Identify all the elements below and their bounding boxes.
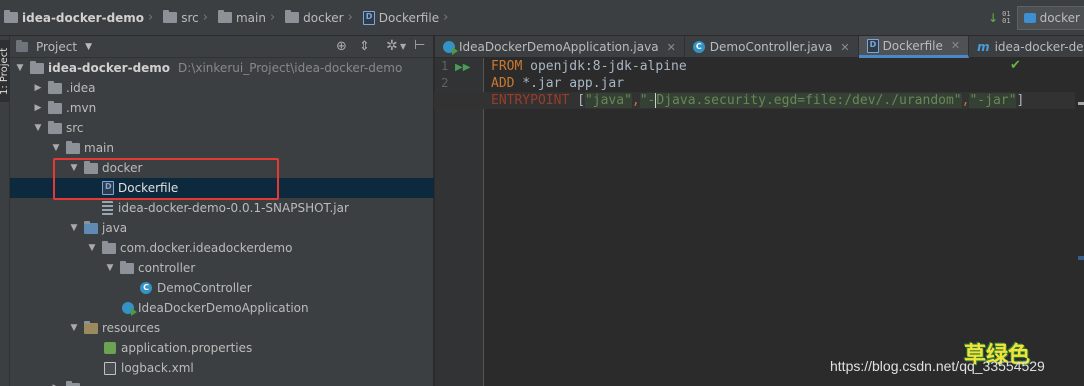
tree-item[interactable]: idea-docker-demo-0.0.1-SNAPSHOT.jar	[10, 198, 434, 218]
toolbar-right: ↓ 01 01 docker	[988, 0, 1084, 36]
expanded-arrow-icon[interactable]: ▼	[68, 323, 80, 333]
tree-item-selected[interactable]: Dockerfile	[10, 178, 434, 198]
class-icon	[443, 41, 458, 55]
collapsed-arrow-icon[interactable]: ▶	[32, 103, 44, 113]
spring-boot-class-icon	[122, 302, 137, 316]
close-icon[interactable]: ✕	[840, 41, 849, 54]
project-view-selector[interactable]: Project	[36, 40, 77, 54]
close-icon[interactable]: ✕	[667, 41, 676, 54]
tree-item[interactable]: C DemoController	[10, 278, 434, 298]
chevron-right-icon: ›	[347, 10, 353, 25]
docker-icon	[1023, 13, 1036, 23]
line-number: 1	[441, 59, 449, 73]
maven-icon: m	[977, 40, 990, 54]
xml-file-icon	[104, 361, 116, 375]
folder-icon	[163, 10, 178, 23]
expanded-arrow-icon[interactable]: ▼	[14, 63, 26, 73]
chevron-right-icon: ›	[269, 10, 276, 25]
collapsed-arrow-icon[interactable]: ▶	[32, 83, 44, 93]
collapse-all-icon[interactable]: ⇕	[359, 39, 370, 54]
breadcrumb-src[interactable]: src	[159, 0, 199, 36]
scroll-marker	[1078, 256, 1084, 260]
binary-icon[interactable]: 01 01	[1002, 11, 1010, 25]
tree-item[interactable]: ▼ src	[10, 118, 434, 138]
tree-item[interactable]: logback.xml	[10, 358, 434, 378]
chevron-right-icon: ›	[202, 10, 208, 25]
folder-icon	[285, 10, 300, 23]
docker-file-icon	[102, 181, 114, 195]
folder-icon	[4, 10, 18, 23]
project-panel-header: Project ▼ ⊕ ⇕ ✲ ▼ ⊢	[10, 36, 433, 58]
package-icon	[102, 240, 116, 254]
tab-dockerfile[interactable]: Dockerfile✕	[858, 36, 970, 58]
hide-icon[interactable]: ⊢	[414, 38, 425, 53]
tab-idea-docker-demo[interactable]: midea-docker-demo	[969, 36, 1084, 58]
project-panel: Project ▼ ⊕ ⇕ ✲ ▼ ⊢ ▼ idea-docker-demo D:\…	[10, 36, 442, 386]
project-view-icon	[16, 39, 28, 52]
tree-item[interactable]: application.properties	[10, 338, 434, 358]
tab-democontroller[interactable]: C DemoController.java ✕	[685, 36, 859, 58]
module-folder-icon	[30, 60, 44, 74]
breadcrumb-project[interactable]: idea-docker-demo	[0, 0, 144, 36]
resources-folder-icon	[84, 320, 98, 334]
sort-icon[interactable]: ↓	[988, 11, 998, 25]
editor-scrollbar[interactable]	[1077, 60, 1084, 386]
code-line: ENTRYPOINT ["java","-Djava.security.egd=…	[491, 93, 1025, 108]
tree-item[interactable]: ▼ idea-docker-demo D:\xinkerui_Project\ide…	[10, 58, 434, 78]
expanded-arrow-icon[interactable]: ▼	[86, 243, 98, 253]
chevron-down-icon[interactable]: ▼	[85, 42, 92, 52]
target-icon[interactable]: ⊕	[336, 39, 347, 54]
folder-icon	[48, 100, 62, 114]
expanded-arrow-icon[interactable]: ▼	[32, 123, 44, 133]
run-config-selector[interactable]: docker	[1016, 6, 1084, 30]
code-line: ADD *.jar app.jar	[491, 76, 625, 91]
close-icon[interactable]: ✕	[951, 39, 960, 52]
breadcrumb-main[interactable]: main	[214, 0, 266, 36]
tab-ideadockerdemoapplication[interactable]: IdeaDockerDemoApplication.java ✕	[435, 36, 685, 58]
breadcrumb-docker[interactable]: docker	[281, 0, 344, 36]
expanded-arrow-icon[interactable]: ▼	[68, 223, 80, 233]
tree-item[interactable]: ▼ docker	[10, 158, 434, 178]
class-icon: C	[140, 282, 152, 294]
tree-item[interactable]: ▼ main	[10, 138, 434, 158]
tree-item[interactable]: ▶ .mvn	[10, 98, 434, 118]
expanded-arrow-icon[interactable]: ▼	[50, 143, 62, 153]
class-icon: C	[692, 41, 705, 53]
expanded-arrow-icon[interactable]: ▼	[104, 263, 116, 273]
code-line: FROM openjdk:8-jdk-alpine	[491, 59, 687, 74]
editor-tabs: IdeaDockerDemoApplication.java ✕ C DemoCon…	[435, 36, 1084, 58]
source-folder-icon	[84, 220, 98, 234]
tree-item[interactable]: ▶ .idea	[10, 78, 434, 98]
tree-item[interactable]: ▼ java	[10, 218, 434, 238]
properties-file-icon	[104, 342, 116, 354]
breadcrumb-dockerfile[interactable]: Dockerfile	[359, 0, 439, 36]
tree-item[interactable]: ▼ controller	[10, 258, 434, 278]
folder-icon	[48, 120, 62, 134]
gear-icon[interactable]: ✲	[386, 38, 398, 54]
folder-icon	[84, 160, 98, 174]
breadcrumb: idea-docker-demo › src › main › docker ›…	[0, 0, 1084, 36]
expanded-arrow-icon[interactable]: ▼	[68, 163, 80, 173]
package-icon	[120, 260, 134, 274]
tree-item[interactable]: ▼ resources	[10, 318, 434, 338]
chevron-right-icon: ›	[443, 10, 449, 25]
run-gutter-icon[interactable]: ▶▶	[455, 62, 470, 73]
jar-file-icon	[102, 201, 113, 215]
tree-item[interactable]: ▶	[10, 378, 434, 386]
line-number: 2	[441, 76, 449, 90]
tool-window-strip: 1: Project	[0, 36, 16, 386]
folder-icon	[66, 380, 80, 386]
folder-icon	[48, 80, 62, 94]
folder-icon	[217, 10, 232, 23]
inspection-ok-icon[interactable]: ✔	[1010, 58, 1021, 73]
docker-file-icon	[866, 38, 879, 53]
watermark-url: https://blog.csdn.net/qq_33554529	[830, 358, 1045, 374]
chevron-down-icon[interactable]: ▼	[400, 42, 406, 51]
folder-icon	[66, 140, 80, 154]
chevron-right-icon: ›	[148, 10, 154, 25]
tree-item[interactable]: ▼ com.docker.ideadockerdemo	[10, 238, 434, 258]
tree-item[interactable]: IdeaDockerDemoApplication	[10, 298, 434, 318]
docker-file-icon	[362, 10, 375, 25]
scroll-marker	[1078, 102, 1084, 105]
